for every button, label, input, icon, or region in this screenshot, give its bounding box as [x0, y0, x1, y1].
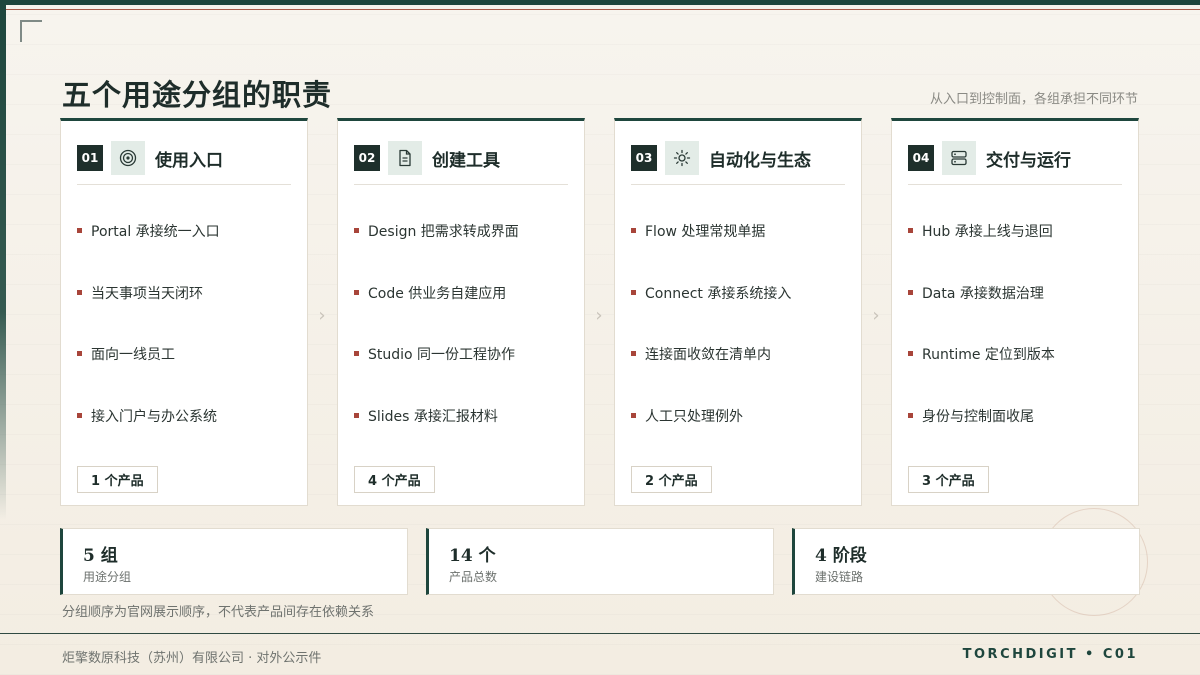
bullet-icon — [908, 351, 913, 356]
card-title: 交付与运行 — [986, 151, 1071, 171]
card-number: 04 — [908, 145, 934, 171]
list-item: 人工只处理例外 — [631, 406, 851, 468]
top-accent-line — [0, 9, 1200, 10]
card-header: 03 自动化与生态 — [631, 141, 845, 185]
corner-mark — [20, 20, 42, 42]
group-card-3: 03 自动化与生态 Flow 处理常规单据 Connect 承接系统接入 连接面… — [614, 118, 862, 506]
footer-company: 炬擎数原科技（苏州）有限公司 · 对外公示件 — [62, 651, 322, 666]
stat-card-stages: 4 阶段 建设链路 — [792, 528, 1140, 595]
card-number: 01 — [77, 145, 103, 171]
list-item: Connect 承接系统接入 — [631, 283, 851, 345]
list-item: 面向一线员工 — [77, 344, 297, 406]
server-icon — [942, 141, 976, 175]
card-title: 创建工具 — [432, 151, 500, 171]
bullet-icon — [354, 351, 359, 356]
card-number: 03 — [631, 145, 657, 171]
list-item: Slides 承接汇报材料 — [354, 406, 574, 468]
stat-value: 4 阶段 — [815, 546, 867, 566]
bullet-icon — [631, 412, 636, 418]
card-title: 使用入口 — [155, 151, 223, 171]
bullet-icon — [354, 412, 359, 418]
footnote: 分组顺序为官网展示顺序，不代表产品间存在依赖关系 — [62, 605, 375, 620]
product-count-badge: 4 个产品 — [354, 466, 435, 493]
card-header: 02 创建工具 — [354, 141, 568, 185]
stat-label: 产品总数 — [449, 570, 498, 584]
card-item-list: Hub 承接上线与退回 Data 承接数据治理 Runtime 定位到版本 身份… — [908, 221, 1128, 467]
bullet-icon — [908, 412, 913, 418]
bullet-icon — [354, 228, 359, 233]
document-icon — [388, 141, 422, 175]
group-card-1: 01 使用入口 Portal 承接统一入口 当天事项当天闭环 面向一线员工 接入… — [60, 118, 308, 506]
list-item: 连接面收敛在清单内 — [631, 344, 851, 406]
bullet-icon — [908, 289, 913, 295]
list-item: Design 把需求转成界面 — [354, 221, 574, 283]
target-icon — [111, 141, 145, 175]
list-item: 当天事项当天闭环 — [77, 283, 297, 345]
list-item: 身份与控制面收尾 — [908, 406, 1128, 468]
card-title: 自动化与生态 — [709, 151, 811, 171]
stat-value: 14 个 — [449, 546, 496, 566]
list-item: Runtime 定位到版本 — [908, 344, 1128, 406]
footer-divider — [0, 633, 1200, 634]
sun-icon — [665, 141, 699, 175]
footer-brand-code: TORCHDIGIT • C01 — [962, 647, 1138, 662]
page-title: 五个用途分组的职责 — [62, 78, 333, 112]
bullet-icon — [77, 351, 82, 356]
stat-value: 5 组 — [83, 546, 118, 566]
product-count-badge: 1 个产品 — [77, 466, 158, 493]
left-accent-bar — [0, 0, 6, 520]
group-card-2: 02 创建工具 Design 把需求转成界面 Code 供业务自建应用 Stud… — [337, 118, 585, 506]
card-item-list: Portal 承接统一入口 当天事项当天闭环 面向一线员工 接入门户与办公系统 — [77, 221, 297, 467]
chevron-right-icon: › — [318, 305, 326, 326]
bullet-icon — [77, 228, 82, 233]
list-item: Portal 承接统一入口 — [77, 221, 297, 283]
stat-card-products: 14 个 产品总数 — [426, 528, 774, 595]
bullet-icon — [631, 228, 636, 233]
stat-label: 建设链路 — [815, 570, 864, 584]
list-item: Flow 处理常规单据 — [631, 221, 851, 283]
bullet-icon — [77, 289, 82, 295]
product-count-badge: 3 个产品 — [908, 466, 989, 493]
card-header: 01 使用入口 — [77, 141, 291, 185]
card-number: 02 — [354, 145, 380, 171]
stat-label: 用途分组 — [83, 570, 132, 584]
product-count-badge: 2 个产品 — [631, 466, 712, 493]
list-item: Code 供业务自建应用 — [354, 283, 574, 345]
bullet-icon — [631, 289, 636, 295]
list-item: Data 承接数据治理 — [908, 283, 1128, 345]
list-item: Studio 同一份工程协作 — [354, 344, 574, 406]
bullet-icon — [77, 412, 82, 418]
bullet-icon — [354, 289, 359, 295]
bullet-icon — [631, 351, 636, 356]
page-subtitle: 从入口到控制面，各组承担不同环节 — [929, 92, 1138, 107]
card-item-list: Flow 处理常规单据 Connect 承接系统接入 连接面收敛在清单内 人工只… — [631, 221, 851, 467]
bullet-icon — [908, 228, 913, 233]
stat-card-groups: 5 组 用途分组 — [60, 528, 408, 595]
chevron-right-icon: › — [595, 305, 603, 326]
top-accent-bar — [0, 0, 1200, 5]
chevron-right-icon: › — [872, 305, 880, 326]
card-header: 04 交付与运行 — [908, 141, 1122, 185]
card-item-list: Design 把需求转成界面 Code 供业务自建应用 Studio 同一份工程… — [354, 221, 574, 467]
group-card-4: 04 交付与运行 Hub 承接上线与退回 Data 承接数据治理 Runtime… — [891, 118, 1139, 506]
list-item: Hub 承接上线与退回 — [908, 221, 1128, 283]
list-item: 接入门户与办公系统 — [77, 406, 297, 468]
